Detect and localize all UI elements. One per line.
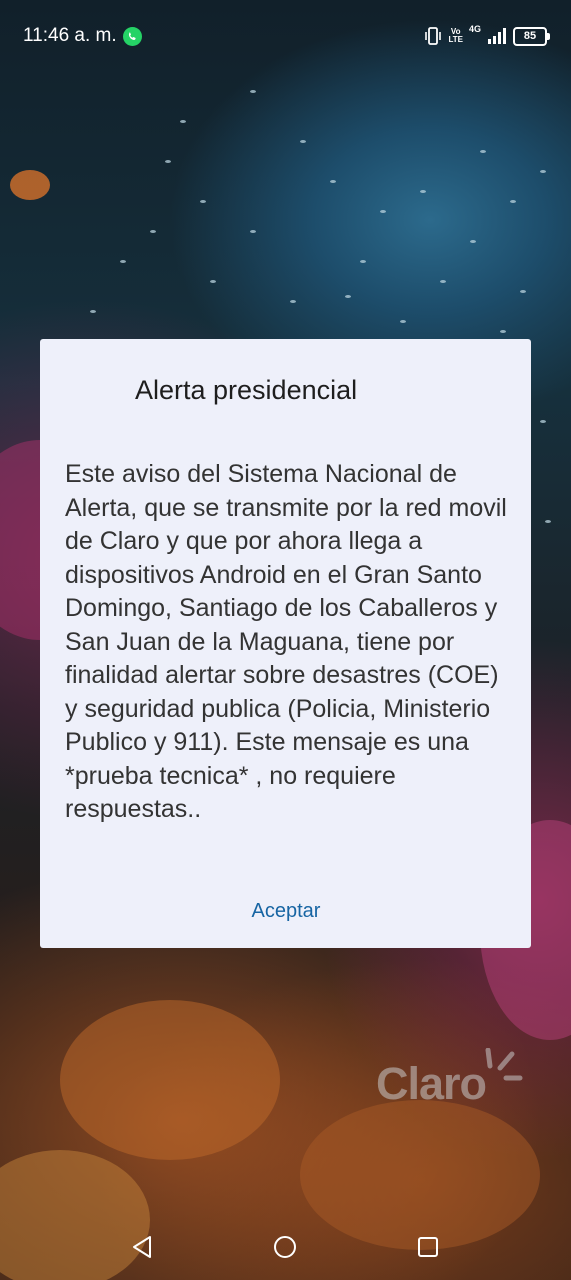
fish-decoration bbox=[210, 280, 216, 283]
vibrate-icon bbox=[425, 27, 442, 45]
fish-decoration bbox=[440, 280, 446, 283]
recents-icon[interactable] bbox=[415, 1234, 441, 1260]
fish-decoration bbox=[345, 295, 351, 298]
dialog-title: Alerta presidencial bbox=[135, 375, 358, 405]
fish-decoration bbox=[90, 310, 96, 313]
status-time: 11:46 a. m. bbox=[23, 25, 117, 46]
fish-decoration bbox=[520, 290, 526, 293]
navigation-bar bbox=[0, 1210, 571, 1280]
fish-decoration bbox=[290, 300, 296, 303]
fish-decoration bbox=[150, 230, 156, 233]
fish-decoration bbox=[380, 210, 386, 213]
alert-dialog: Alerta presidencial Este aviso del Siste… bbox=[40, 339, 531, 948]
system-icons: Vo LTE 4G 85 bbox=[424, 24, 550, 47]
fish-decoration bbox=[545, 520, 551, 523]
fish-decoration bbox=[250, 230, 256, 233]
coral-decoration bbox=[60, 1000, 280, 1160]
fish-decoration bbox=[480, 150, 486, 153]
signal-icon bbox=[488, 28, 506, 44]
battery-icon: 85 bbox=[513, 26, 550, 46]
fish-decoration bbox=[200, 200, 206, 203]
fish-decoration bbox=[360, 260, 366, 263]
volte-label-bottom: LTE bbox=[448, 35, 463, 44]
accept-button[interactable]: Aceptar bbox=[230, 891, 342, 931]
lock-screen: 11:46 a. m. Vo LTE 4G 85 Alerta presiden… bbox=[0, 0, 571, 1280]
fish-decoration bbox=[510, 200, 516, 203]
fish-decoration bbox=[180, 120, 186, 123]
fish-decoration bbox=[165, 160, 171, 163]
fish-decoration bbox=[500, 330, 506, 333]
coral-decoration bbox=[10, 170, 50, 200]
fish-decoration bbox=[120, 260, 126, 263]
home-icon[interactable] bbox=[272, 1234, 298, 1260]
fish-decoration bbox=[470, 240, 476, 243]
fish-decoration bbox=[330, 180, 336, 183]
whatsapp-icon bbox=[123, 27, 142, 46]
dialog-message: Este aviso del Sistema Nacional de Alert… bbox=[65, 460, 507, 823]
claro-logo: Claro bbox=[376, 1058, 487, 1109]
fish-decoration bbox=[420, 190, 426, 193]
claro-rays-icon bbox=[485, 1048, 523, 1081]
fish-decoration bbox=[250, 90, 256, 93]
fish-decoration bbox=[540, 420, 546, 423]
status-bar: 11:46 a. m. Vo LTE 4G 85 bbox=[0, 0, 571, 72]
fish-decoration bbox=[400, 320, 406, 323]
volte-icon: Vo LTE bbox=[448, 28, 463, 44]
fish-decoration bbox=[540, 170, 546, 173]
4g-icon: 4G bbox=[468, 24, 481, 34]
back-icon[interactable] bbox=[129, 1234, 155, 1260]
fish-decoration bbox=[300, 140, 306, 143]
